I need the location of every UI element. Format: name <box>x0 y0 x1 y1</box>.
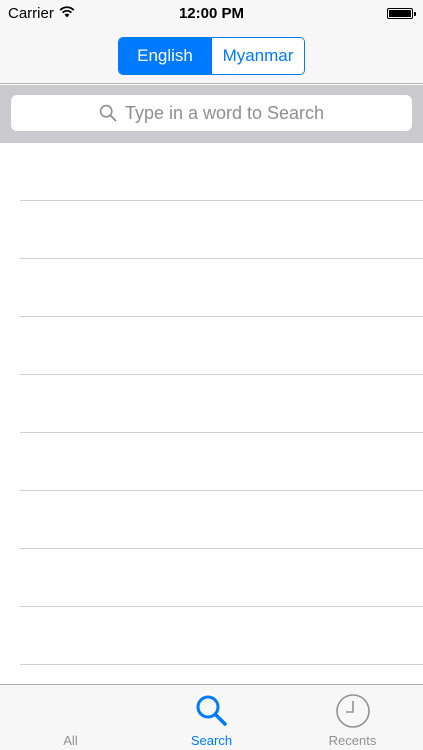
search-icon <box>194 693 230 729</box>
tab-recents[interactable]: Recents <box>282 685 423 750</box>
battery-level <box>389 10 411 17</box>
search-bar: Type in a word to Search <box>0 85 423 143</box>
list-item[interactable] <box>20 201 423 259</box>
magnifier-icon <box>99 104 117 122</box>
tab-label-search: Search <box>190 733 233 748</box>
list-item[interactable] <box>20 143 423 201</box>
search-input[interactable]: Type in a word to Search <box>11 95 412 131</box>
navigation-bar: English Myanmar <box>0 28 423 84</box>
tab-search[interactable]: Search <box>141 685 282 750</box>
language-segmented-control: English Myanmar <box>118 37 305 75</box>
clock-icon <box>335 693 371 729</box>
tab-all[interactable]: All <box>0 685 141 750</box>
tab-label-recents: Recents <box>328 733 377 748</box>
list-item[interactable] <box>20 317 423 375</box>
status-bar: Carrier 12:00 PM <box>0 0 423 28</box>
app-screen: Carrier 12:00 PM English Myanmar Type in… <box>0 0 423 750</box>
list-item[interactable] <box>20 375 423 433</box>
segment-english[interactable]: English <box>119 38 211 74</box>
list-item[interactable] <box>20 549 423 607</box>
search-placeholder: Type in a word to Search <box>124 102 325 123</box>
list-item[interactable] <box>20 433 423 491</box>
segment-myanmar[interactable]: Myanmar <box>211 38 304 74</box>
tab-label-all: All <box>63 733 78 748</box>
all-icon <box>53 693 89 729</box>
results-list <box>0 143 423 684</box>
list-item[interactable] <box>20 607 423 665</box>
tab-bar: All Search Recents <box>0 684 423 750</box>
list-item[interactable] <box>20 259 423 317</box>
battery-icon <box>387 8 416 19</box>
status-time: 12:00 PM <box>178 5 245 22</box>
list-item[interactable] <box>20 491 423 549</box>
